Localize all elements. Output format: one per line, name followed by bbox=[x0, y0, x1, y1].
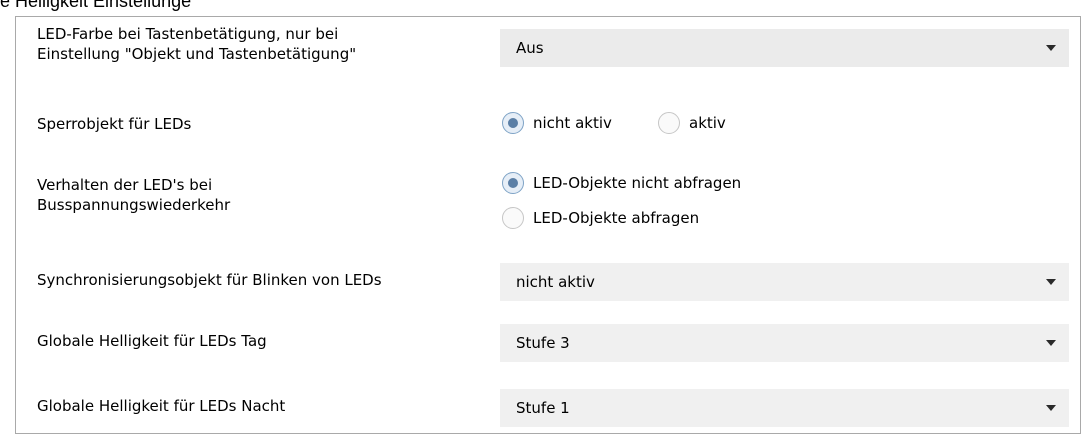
caret-down-icon bbox=[1046, 279, 1056, 285]
bus-recovery-label-line1: Verhalten der LED's bei bbox=[37, 176, 213, 194]
radio-lock-active-label: aktiv bbox=[689, 114, 726, 132]
brightness-day-label: Globale Helligkeit für LEDs Tag bbox=[37, 332, 267, 350]
brightness-day-dropdown[interactable]: Stufe 3 bbox=[500, 324, 1069, 362]
parameter-panel: LED-Farbe bei Tastenbetätigung, nur bei … bbox=[15, 16, 1081, 434]
caret-down-icon bbox=[1046, 405, 1056, 411]
caret-down-icon bbox=[1046, 340, 1056, 346]
caret-down-icon bbox=[1046, 45, 1056, 51]
sync-object-label: Synchronisierungsobjekt für Blinken von … bbox=[37, 271, 382, 289]
radio-lock-active[interactable]: aktiv bbox=[658, 112, 758, 138]
bus-recovery-label-line2: Busspannungswiederkehr bbox=[37, 196, 231, 214]
lock-object-label: Sperrobjekt für LEDs bbox=[37, 115, 192, 133]
led-color-label-line2: Einstellung "Objekt und Tastenbetätigung… bbox=[37, 45, 357, 63]
sync-object-dropdown[interactable]: nicht aktiv bbox=[500, 263, 1069, 301]
radio-unchecked-icon bbox=[658, 112, 680, 134]
led-color-value: Aus bbox=[516, 39, 544, 57]
radio-lock-not-active[interactable]: nicht aktiv bbox=[502, 112, 652, 138]
brightness-day-value: Stufe 3 bbox=[516, 334, 570, 352]
radio-unchecked-icon bbox=[502, 207, 524, 229]
brightness-night-value: Stufe 1 bbox=[516, 399, 570, 417]
brightness-night-label: Globale Helligkeit für LEDs Nacht bbox=[37, 397, 286, 415]
radio-checked-icon bbox=[502, 112, 524, 134]
led-color-label-line1: LED-Farbe bei Tastenbetätigung, nur bei bbox=[37, 25, 339, 43]
brightness-night-dropdown[interactable]: Stufe 1 bbox=[500, 389, 1069, 427]
radio-led-objects-query[interactable]: LED-Objekte abfragen bbox=[502, 207, 802, 233]
radio-led-objects-query-label: LED-Objekte abfragen bbox=[533, 209, 700, 227]
radio-led-objects-not-query-label: LED-Objekte nicht abfragen bbox=[533, 174, 742, 192]
led-color-dropdown[interactable]: Aus bbox=[500, 29, 1069, 67]
radio-led-objects-not-query[interactable]: LED-Objekte nicht abfragen bbox=[502, 172, 802, 198]
sync-object-value: nicht aktiv bbox=[516, 273, 595, 291]
section-caption: e Helligkeit Einstellunge bbox=[0, 0, 192, 11]
radio-checked-icon bbox=[502, 172, 524, 194]
radio-lock-not-active-label: nicht aktiv bbox=[533, 114, 612, 132]
